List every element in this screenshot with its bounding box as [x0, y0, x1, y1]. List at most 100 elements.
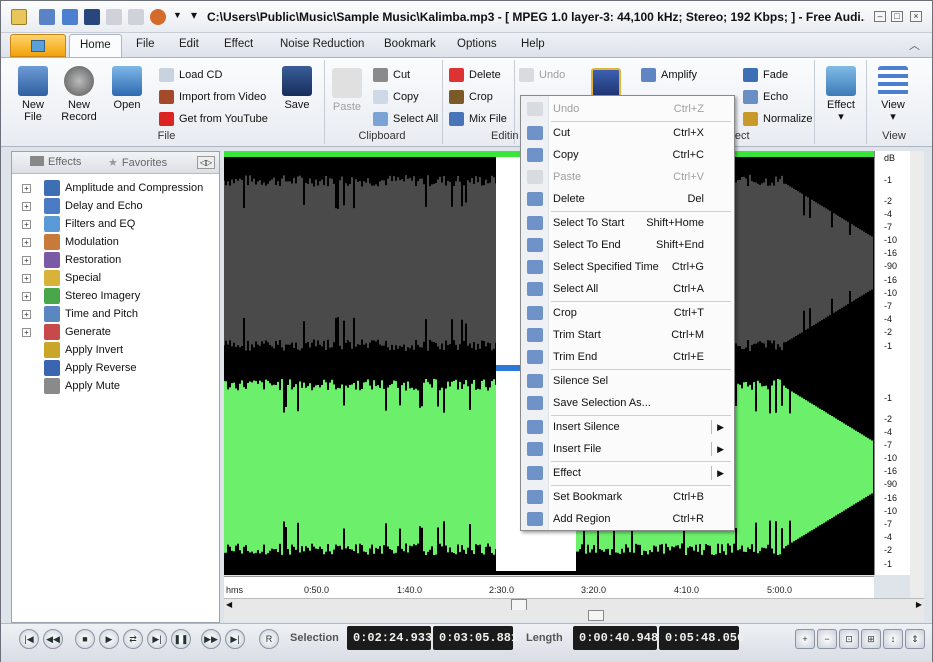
- play-selection-button[interactable]: ▶|: [147, 629, 167, 649]
- fade-button[interactable]: Fade: [743, 66, 788, 84]
- paste-button[interactable]: Paste: [327, 68, 367, 113]
- menu-item-shortcut: Ctrl+Z: [673, 103, 704, 115]
- tab-effect[interactable]: Effect: [224, 38, 253, 50]
- quick-new-icon[interactable]: [39, 9, 55, 25]
- delete-button[interactable]: Delete: [449, 66, 501, 84]
- cut-button[interactable]: Cut: [373, 66, 410, 84]
- menu-item[interactable]: Delete Del: [521, 188, 734, 210]
- effect-button[interactable]: Effect ▾: [821, 66, 861, 123]
- tab-file[interactable]: File: [136, 38, 155, 50]
- panel-collapse-icon[interactable]: ◁▷: [197, 156, 215, 169]
- save-button[interactable]: Save: [277, 66, 317, 111]
- quick-redo-icon[interactable]: [128, 9, 144, 25]
- tab-options[interactable]: Options: [457, 38, 497, 50]
- zoom-thumb[interactable]: [588, 610, 604, 621]
- undo-button[interactable]: Undo: [519, 66, 565, 84]
- zoom-selection-icon[interactable]: ⊡: [839, 629, 859, 649]
- open-button[interactable]: Open: [107, 66, 147, 111]
- menu-item[interactable]: Set Bookmark Ctrl+B: [521, 486, 734, 508]
- expand-icon[interactable]: +: [22, 292, 31, 301]
- maximize-button[interactable]: □: [891, 11, 903, 22]
- expand-icon[interactable]: +: [22, 256, 31, 265]
- import-video-button[interactable]: Import from Video: [159, 88, 266, 106]
- quick-undo-icon[interactable]: [106, 9, 122, 25]
- menu-item[interactable]: Select To Start Shift+Home: [521, 212, 734, 234]
- tab-effects[interactable]: Effects: [30, 156, 81, 168]
- amplify-icon: [641, 68, 656, 82]
- scroll-right-icon[interactable]: ▶: [916, 600, 922, 609]
- menu-item[interactable]: Select To End Shift+End: [521, 234, 734, 256]
- stop-button[interactable]: ■: [75, 629, 95, 649]
- menu-item[interactable]: Insert Silence ▶: [521, 416, 734, 438]
- tab-edit[interactable]: Edit: [179, 38, 199, 50]
- menu-item[interactable]: Select All Ctrl+A: [521, 278, 734, 300]
- tab-noise-reduction[interactable]: Noise Reduction: [280, 38, 364, 50]
- tree-item-label: Modulation: [65, 236, 119, 248]
- tab-favorites[interactable]: ★ Favorites: [108, 156, 167, 169]
- vertical-scrollbar[interactable]: [910, 151, 924, 598]
- expand-icon[interactable]: +: [22, 202, 31, 211]
- collapse-ribbon-icon[interactable]: ︿: [909, 37, 920, 53]
- mix-file-button[interactable]: Mix File: [449, 110, 507, 128]
- menu-item[interactable]: Undo Ctrl+Z: [521, 98, 734, 120]
- select-all-button[interactable]: Select All: [373, 110, 438, 128]
- tab-home[interactable]: Home: [69, 34, 122, 58]
- expand-icon[interactable]: +: [22, 238, 31, 247]
- rewind-button[interactable]: ◀◀: [43, 629, 63, 649]
- play-button[interactable]: ▶: [99, 629, 119, 649]
- menu-item[interactable]: Silence Sel: [521, 370, 734, 392]
- normalize-icon: [743, 112, 758, 126]
- menu-item[interactable]: Effect ▶: [521, 462, 734, 484]
- youtube-button[interactable]: Get from YouTube: [159, 110, 268, 128]
- view-button[interactable]: View ▾: [873, 66, 913, 123]
- go-start-button[interactable]: |◀: [19, 629, 39, 649]
- echo-button[interactable]: Echo: [743, 88, 788, 106]
- normalize-button[interactable]: Normalize: [743, 110, 813, 128]
- load-cd-button[interactable]: Load CD: [159, 66, 222, 84]
- close-button[interactable]: ×: [910, 11, 922, 22]
- copy-button[interactable]: Copy: [373, 88, 419, 106]
- quick-access-dropdown-icon[interactable]: ▼: [173, 10, 182, 20]
- crop-button[interactable]: Crop: [449, 88, 493, 106]
- menu-item[interactable]: Copy Ctrl+C: [521, 144, 734, 166]
- zoom-full-icon[interactable]: ⊞: [861, 629, 881, 649]
- minimize-button[interactable]: –: [874, 11, 886, 22]
- go-end-button[interactable]: ▶|: [225, 629, 245, 649]
- menu-item[interactable]: Trim End Ctrl+E: [521, 346, 734, 368]
- amplify-button[interactable]: Amplify: [641, 66, 697, 84]
- zoom-in-icon[interactable]: +: [795, 629, 815, 649]
- quick-save-icon[interactable]: [84, 9, 100, 25]
- zoom-vertical-out-icon[interactable]: ⇕: [905, 629, 925, 649]
- expand-icon[interactable]: +: [22, 310, 31, 319]
- menu-item[interactable]: Trim Start Ctrl+M: [521, 324, 734, 346]
- menu-item[interactable]: Insert File ▶: [521, 438, 734, 460]
- zoom-out-icon[interactable]: −: [817, 629, 837, 649]
- record-button[interactable]: R: [259, 629, 279, 649]
- expand-icon[interactable]: +: [22, 220, 31, 229]
- pause-button[interactable]: ❚❚: [171, 629, 191, 649]
- menu-item[interactable]: Paste Ctrl+V: [521, 166, 734, 188]
- quick-record-icon[interactable]: [150, 9, 166, 25]
- quick-open-icon[interactable]: [62, 9, 78, 25]
- tab-help[interactable]: Help: [521, 38, 545, 50]
- new-file-button[interactable]: New File: [13, 66, 53, 123]
- menu-item[interactable]: Select Specified Time Ctrl+G: [521, 256, 734, 278]
- loop-button[interactable]: ⇄: [123, 629, 143, 649]
- forward-button[interactable]: ▶▶: [201, 629, 221, 649]
- expand-icon[interactable]: +: [22, 328, 31, 337]
- expand-icon[interactable]: +: [22, 184, 31, 193]
- menu-item[interactable]: Add Region Ctrl+R: [521, 508, 734, 530]
- zoom-scrollbar[interactable]: [224, 610, 924, 622]
- menu-item[interactable]: Crop Ctrl+T: [521, 302, 734, 324]
- effect-wave-icon[interactable]: [591, 68, 621, 98]
- microphone-icon: [64, 66, 94, 96]
- scroll-left-icon[interactable]: ◀: [226, 600, 232, 609]
- menu-item[interactable]: Save Selection As...: [521, 392, 734, 414]
- expand-icon[interactable]: +: [22, 274, 31, 283]
- application-menu-button[interactable]: [10, 34, 66, 57]
- new-record-button[interactable]: New Record: [59, 66, 99, 123]
- menu-item[interactable]: Cut Ctrl+X: [521, 122, 734, 144]
- selection-end: 0:03:05.881: [433, 626, 518, 650]
- zoom-vertical-in-icon[interactable]: ↕: [883, 629, 903, 649]
- tab-bookmark[interactable]: Bookmark: [384, 38, 436, 50]
